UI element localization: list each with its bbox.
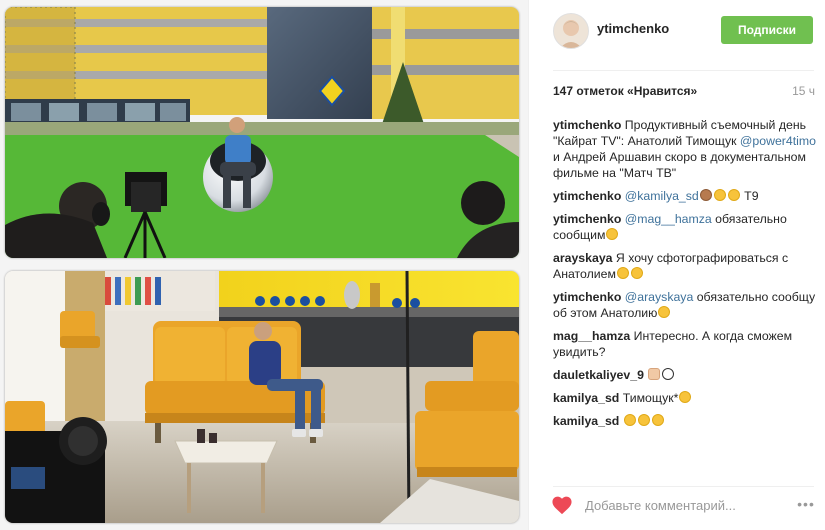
- avatar-image: [554, 14, 588, 48]
- user-mention-link[interactable]: @mag__hamza: [625, 212, 712, 226]
- laugh-emoji: [727, 189, 740, 201]
- user-mention-link[interactable]: @kamilya_sd: [625, 189, 699, 203]
- comment-username[interactable]: arayskaya: [553, 251, 613, 265]
- monkey-emoji: [699, 189, 712, 201]
- indoor-scene-image: [5, 271, 519, 523]
- comment-username[interactable]: dauletkaliyev_9: [553, 368, 644, 382]
- comment-text: Т9: [740, 189, 759, 203]
- comment: mag__hamza Интересно. А когда сможем уви…: [553, 328, 818, 360]
- post-header: ytimchenko Подписки: [529, 0, 825, 62]
- comment-username[interactable]: mag__hamza: [553, 329, 630, 343]
- avatar[interactable]: [553, 13, 589, 49]
- user-mention-link[interactable]: @arayskaya: [625, 290, 694, 304]
- post-timestamp[interactable]: 15 ч: [792, 84, 815, 98]
- comment: kamilya_sd Тимощук*: [553, 390, 818, 406]
- header-divider: [553, 70, 814, 71]
- user-mention-link[interactable]: @power4timo: [740, 134, 816, 148]
- post-photo-indoor[interactable]: [5, 271, 519, 523]
- post-footer: •••: [549, 493, 819, 517]
- follow-button[interactable]: Подписки: [721, 16, 813, 44]
- smile-emoji: [630, 267, 643, 279]
- comment: ytimchenko Продуктивный съемочный день "…: [553, 117, 818, 181]
- comment-username[interactable]: ytimchenko: [553, 189, 621, 203]
- laugh-emoji: [637, 414, 650, 426]
- comment-username[interactable]: ytimchenko: [553, 118, 621, 132]
- comment-username[interactable]: ytimchenko: [553, 290, 621, 304]
- comment: dauletkaliyev_9: [553, 367, 818, 383]
- comment-text: и Андрей Аршавин скоро в документальном …: [553, 150, 806, 180]
- laugh-emoji: [623, 414, 636, 426]
- post-photo-outdoor[interactable]: [5, 7, 519, 258]
- smile-emoji: [651, 414, 664, 426]
- comments-list: ytimchenko Продуктивный съемочный день "…: [553, 117, 818, 477]
- likes-row: 147 отметок «Нравится» 15 ч: [553, 84, 815, 102]
- comment: kamilya_sd: [553, 413, 818, 429]
- footer-divider: [553, 486, 814, 487]
- soccer-ball-emoji: [662, 368, 675, 380]
- heart-icon[interactable]: [551, 495, 573, 515]
- laugh-emoji: [679, 391, 692, 403]
- comment: arayskaya Я хочу сфотографироваться с Ан…: [553, 250, 818, 282]
- add-comment-input[interactable]: [585, 495, 785, 515]
- comment-username[interactable]: ytimchenko: [553, 212, 621, 226]
- more-options-icon[interactable]: •••: [793, 497, 819, 511]
- laugh-emoji: [713, 189, 726, 201]
- comment: ytimchenko @mag__hamza обязательно сообщ…: [553, 211, 818, 243]
- hand-emoji: [648, 368, 661, 380]
- comment-username[interactable]: kamilya_sd: [553, 414, 619, 428]
- comment-text: Тимощук*: [622, 391, 679, 405]
- post-panel: ytimchenko Подписки 147 отметок «Нравитс…: [528, 0, 825, 530]
- comment-username[interactable]: kamilya_sd: [553, 391, 619, 405]
- smile-emoji: [606, 228, 619, 240]
- comment: ytimchenko @arayskaya обязательно сообщу…: [553, 289, 818, 321]
- comment: ytimchenko @kamilya_sd Т9: [553, 188, 818, 204]
- smile-emoji: [616, 267, 629, 279]
- laugh-emoji: [658, 306, 671, 318]
- post-author-username[interactable]: ytimchenko: [597, 21, 669, 36]
- outdoor-scene-image: [5, 7, 519, 258]
- photo-collage: [0, 0, 528, 530]
- likes-count[interactable]: 147 отметок «Нравится»: [553, 84, 697, 98]
